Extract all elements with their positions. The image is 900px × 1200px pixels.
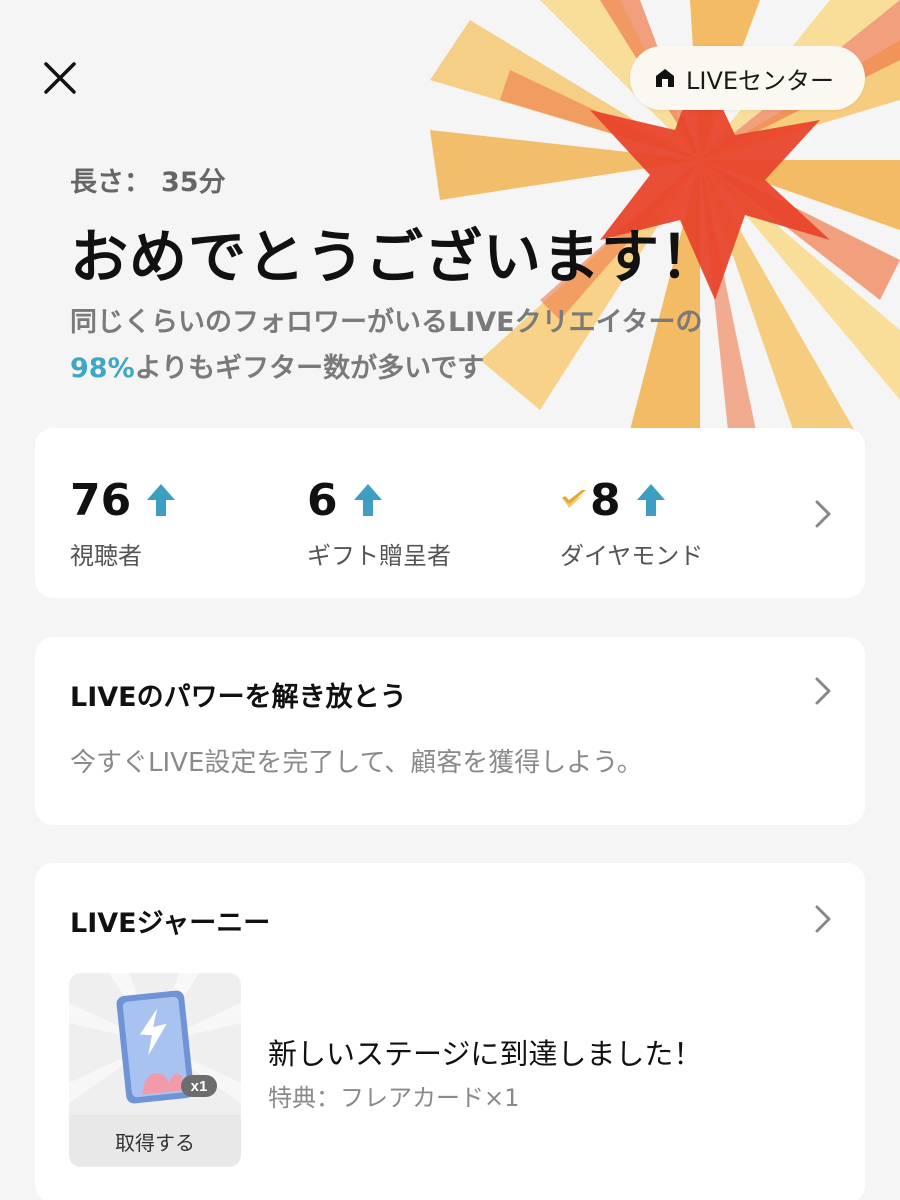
card-description: 今すぐLIVE設定を完了して、顧客を獲得しよう。 — [70, 748, 643, 778]
live-journey-card[interactable]: LIVEジャーニー x1 取得する 新しいステージに到達しました！ 特典：フレア… — [35, 863, 865, 1200]
summary-subtext: 同じくらいのフォロワーがいるLIVEクリエイターの 98%よりもギフター数が多い… — [70, 300, 850, 392]
stat-diamonds: 8 ダイヤモンド — [560, 472, 703, 571]
reward-title: 新しいステージに到達しました！ — [268, 1037, 703, 1071]
stat-gifters: 6 ギフト贈呈者 — [307, 472, 451, 571]
reward-thumbnail[interactable]: x1 取得する — [69, 973, 241, 1167]
close-button[interactable] — [38, 56, 82, 100]
card-title: LIVEのパワーを解き放とう — [70, 682, 407, 713]
chevron-right-icon — [813, 675, 833, 707]
arrow-up-icon — [352, 482, 384, 518]
stat-viewers: 76 視聴者 — [70, 472, 177, 571]
stat-value: 6 — [307, 474, 338, 526]
stat-label: 視聴者 — [70, 542, 142, 570]
chevron-right-icon — [813, 903, 833, 935]
arrow-up-icon — [635, 482, 667, 518]
duration-value: 35分 — [161, 167, 226, 198]
live-center-label: LIVEセンター — [686, 66, 835, 95]
subtext-line1: 同じくらいのフォロワーがいるLIVEクリエイターの — [70, 307, 703, 338]
duration: 長さ： 35分 — [70, 160, 226, 199]
stats-card[interactable]: 76 視聴者 6 ギフト贈呈者 8 ダイヤモンド — [35, 428, 865, 598]
subtext-line2: よりもギフター数が多いです — [134, 353, 485, 384]
stat-value: 76 — [70, 474, 132, 526]
card-title: LIVEジャーニー — [70, 908, 271, 939]
subtext-percent: 98% — [70, 353, 135, 384]
reward-subtitle: 特典：フレアカード×1 — [268, 1084, 520, 1112]
stat-value: 8 — [590, 474, 621, 526]
diamond-icon — [560, 488, 588, 512]
reward-badge: x1 — [191, 1078, 208, 1095]
live-center-button[interactable]: LIVEセンター — [630, 46, 865, 110]
unleash-power-card[interactable]: LIVEのパワーを解き放とう 今すぐLIVE設定を完了して、顧客を獲得しよう。 — [35, 637, 865, 825]
stat-label: ダイヤモンド — [560, 542, 704, 570]
close-icon — [44, 62, 76, 94]
stat-label: ギフト贈呈者 — [307, 542, 451, 570]
page-title: おめでとうございます！ — [70, 223, 720, 291]
claim-button[interactable]: 取得する — [69, 1115, 241, 1167]
arrow-up-icon — [145, 482, 177, 518]
home-icon — [654, 67, 676, 89]
duration-label: 長さ： — [70, 167, 151, 198]
chevron-right-icon — [813, 498, 833, 530]
flare-card-image: x1 — [69, 973, 241, 1115]
